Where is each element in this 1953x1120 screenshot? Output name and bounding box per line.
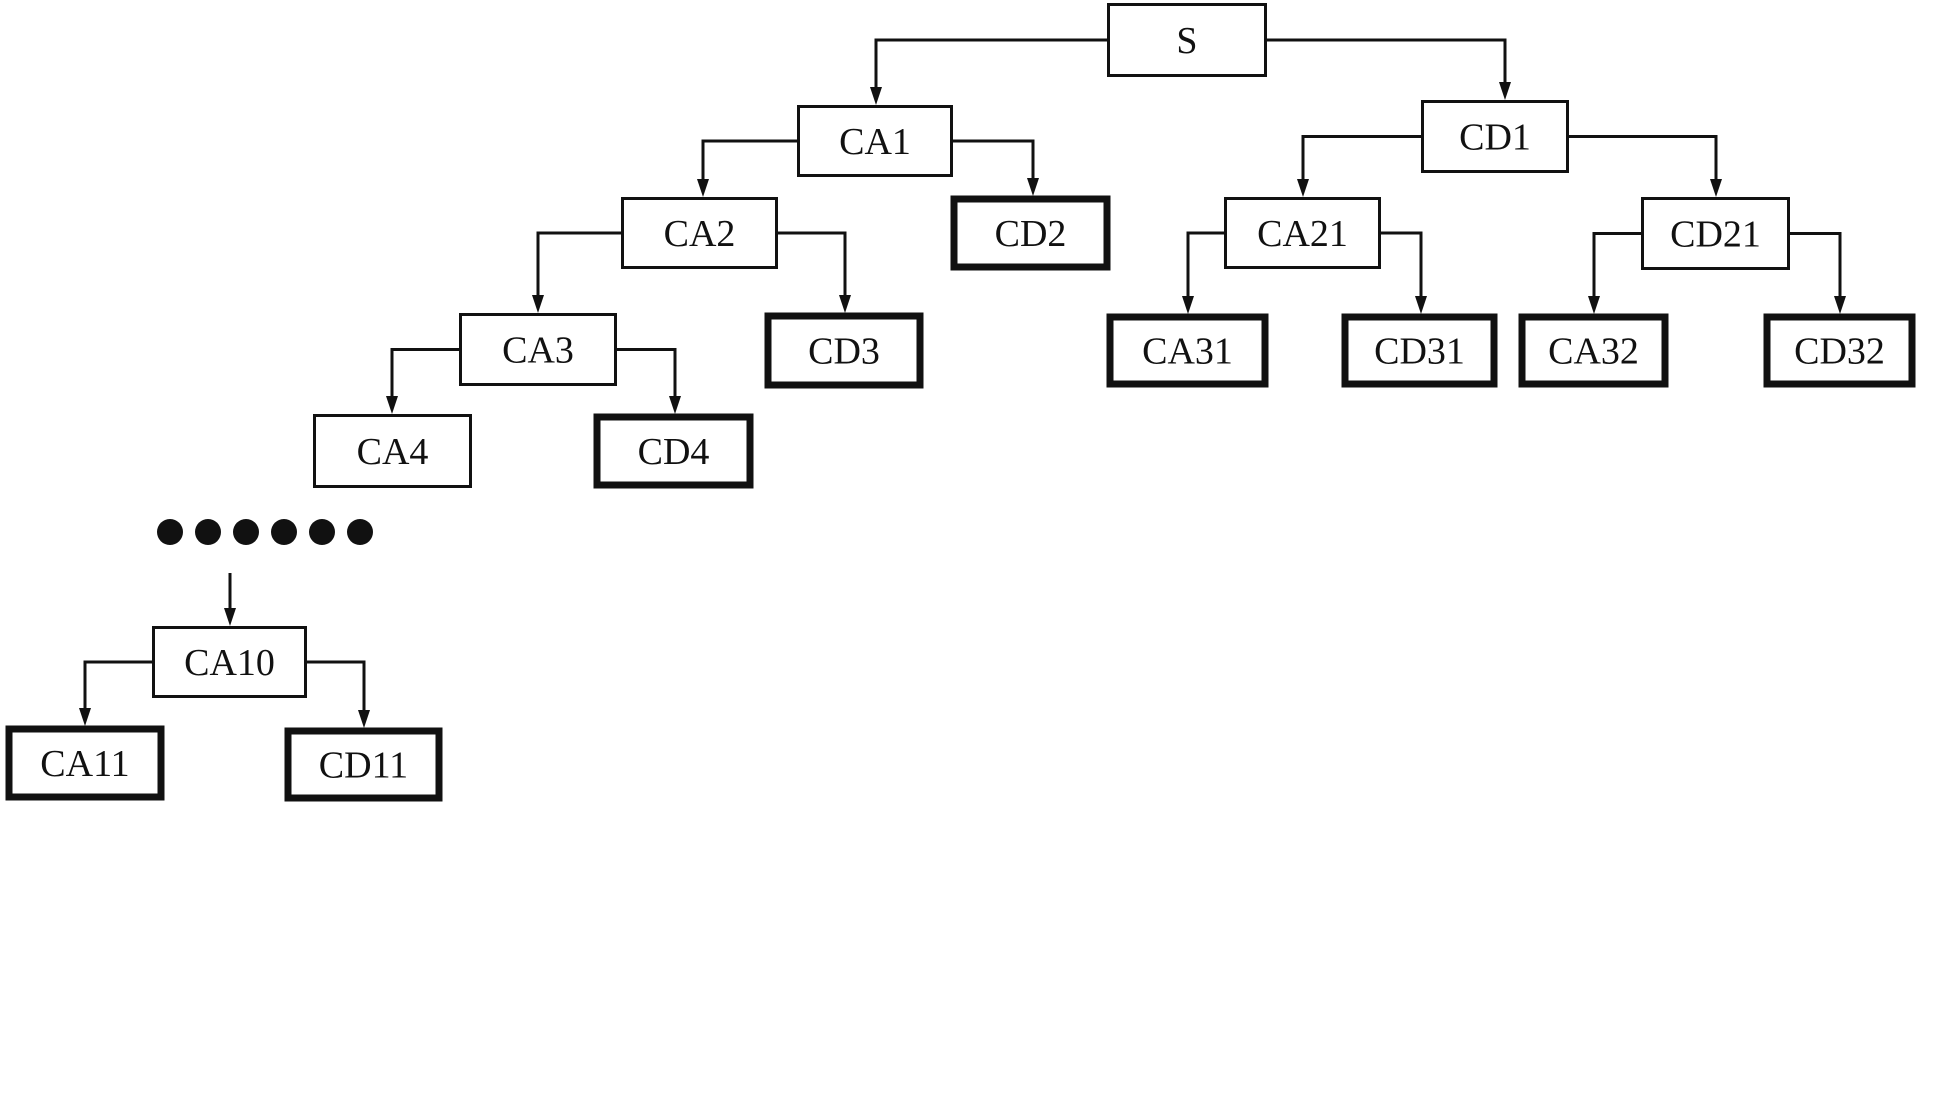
ellipsis-dot [309,519,335,545]
edge-S-to-CD1 [1267,38,1507,86]
edge-CA21-to-CA31 [1186,231,1224,300]
arrowhead-icon [669,396,681,414]
node-ca32: CA32 [1518,313,1669,388]
node-label: CA21 [1257,213,1348,255]
node-label: CA1 [839,121,911,163]
ellipsis-dot [271,519,297,545]
tree-diagram: S CA1 CD1 CA2 CD2 CA21 CD21 CA3 CD3 CA31 CD31 CA32 C… [5,3,1916,802]
node-cd21: CD21 [1641,197,1790,270]
node-ca3: CA3 [459,313,617,386]
arrowhead-icon [224,608,236,626]
arrowhead-icon [386,396,398,414]
edge-CA2-to-CA3 [536,231,621,299]
node-label: CD31 [1374,331,1465,373]
ellipsis-dot [233,519,259,545]
node-ca11: CA11 [5,725,165,801]
arrowhead-icon [870,87,882,105]
ellipsis-dot [347,519,373,545]
edge-CA1-to-CD2 [953,139,1035,182]
node-cd2: CD2 [950,195,1111,271]
node-label: CA31 [1142,331,1233,373]
node-ca21: CA21 [1224,197,1381,269]
node-label: CD2 [995,213,1067,255]
ellipsis-dot [195,519,221,545]
arrowhead-icon [1710,179,1722,197]
edge-CA21-to-CD31 [1381,231,1423,300]
ellipsis-layer [157,519,373,626]
arrowhead-icon [1297,179,1309,197]
node-label: CD32 [1794,331,1885,373]
arrowhead-icon [1499,82,1511,100]
node-label: S [1176,20,1197,62]
node-label: CD21 [1670,214,1761,256]
nodes-layer: S CA1 CD1 CA2 CD2 CA21 CD21 CA3 CD3 CA31 CD31 CA32 C… [5,3,1916,802]
node-label: CA11 [40,743,129,785]
edge-CA3-to-CD4 [617,348,677,400]
arrowhead-icon [1588,296,1600,314]
node-ca4: CA4 [313,414,472,488]
node-cd32: CD32 [1763,313,1916,388]
node-label: CD3 [808,331,880,373]
edge-CA1-to-CA2 [701,139,797,183]
arrowhead-icon [358,710,370,728]
arrowhead-icon [79,708,91,726]
node-label: CA32 [1548,331,1639,373]
edge-CA2-to-CD3 [778,231,847,299]
node-label: CA2 [664,213,736,255]
node-cd11: CD11 [284,727,443,802]
node-label: CD11 [319,745,408,787]
node-cd3: CD3 [764,312,924,389]
arrowhead-icon [1415,296,1427,314]
edge-CA3-to-CA4 [390,348,459,400]
arrowhead-icon [532,295,544,313]
node-cd31: CD31 [1341,313,1498,388]
arrowhead-icon [697,179,709,197]
edge-CD1-to-CA21 [1301,135,1421,183]
edge-CD21-to-CD32 [1790,232,1842,300]
node-label: CA10 [184,642,275,684]
node-ca1: CA1 [797,105,953,177]
node-label: CA3 [502,330,574,372]
ellipsis-dot [157,519,183,545]
node-cd4: CD4 [593,413,754,489]
arrowhead-icon [1027,178,1039,196]
node-ca10: CA10 [152,626,307,698]
node-ca2: CA2 [621,197,778,269]
node-label: CD4 [638,431,710,473]
arrowhead-icon [1834,296,1846,314]
arrowhead-icon [839,295,851,313]
node-label: CA4 [357,431,429,473]
edge-CA10-to-CD11 [307,660,366,714]
edge-CA10-to-CA11 [83,660,152,712]
edge-CD1-to-CD21 [1569,135,1718,183]
node-s: S [1107,3,1267,77]
edge-S-to-CA1 [874,38,1107,91]
edge-CD21-to-CA32 [1592,232,1641,300]
node-label: CD1 [1459,117,1531,159]
node-ca31: CA31 [1106,313,1269,388]
arrowhead-icon [1182,296,1194,314]
node-cd1: CD1 [1421,100,1569,173]
